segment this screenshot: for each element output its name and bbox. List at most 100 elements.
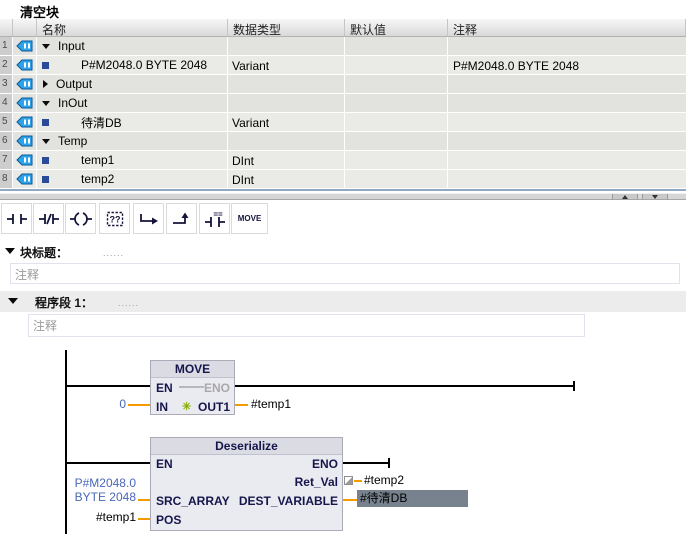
retval-operand[interactable]: #temp2 (364, 473, 404, 487)
header-name[interactable]: 名称 (37, 19, 228, 36)
table-row[interactable]: 7 temp1 DInt (0, 151, 686, 170)
table-header-row: 名称 数据类型 默认值 注释 (0, 19, 686, 37)
header-num (0, 19, 13, 36)
table-row[interactable]: 3 Output (0, 75, 686, 94)
default-cell[interactable] (345, 151, 448, 169)
default-cell[interactable] (345, 75, 448, 93)
comment-cell[interactable] (448, 132, 686, 150)
header-default[interactable]: 默认值 (345, 19, 448, 36)
coil-button[interactable] (65, 203, 96, 234)
compare-contact-button[interactable]: == (199, 203, 230, 234)
move-in-operand[interactable]: 0 (86, 397, 126, 411)
move-out1-operand[interactable]: #temp1 (251, 397, 291, 411)
tag-icon-glyph (16, 154, 33, 166)
header-comment[interactable]: 注释 (448, 19, 686, 36)
datatype-cell[interactable]: Variant (228, 113, 345, 131)
comment-cell[interactable] (448, 113, 686, 131)
splitter-collapse-down-button[interactable] (642, 194, 668, 199)
contact-open-button[interactable] (1, 203, 32, 234)
datatype-cell[interactable] (228, 75, 345, 93)
expander-icon[interactable] (42, 101, 50, 106)
deserialize-instruction-box[interactable]: Deserialize EN ENO Ret_Val SRC_ARRAY DES… (150, 437, 343, 531)
name-cell[interactable]: Input (37, 37, 228, 55)
comment-cell[interactable] (448, 170, 686, 188)
empty-box-button[interactable]: ?? (99, 203, 130, 234)
default-cell[interactable] (345, 132, 448, 150)
network-header[interactable] (0, 291, 686, 312)
network-comment-field[interactable]: 注释 (28, 314, 585, 337)
move-box-title[interactable]: MOVE (151, 361, 234, 378)
datatype-cell[interactable]: Variant (228, 56, 345, 74)
splitter-collapse-up-button[interactable] (612, 194, 638, 199)
deserialize-destvariable-pin: DEST_VARIABLE (239, 494, 338, 508)
name-cell[interactable]: InOut (37, 94, 228, 112)
open-branch-button[interactable] (133, 203, 164, 234)
network-collapse-icon[interactable] (8, 298, 18, 304)
pos-wire (138, 518, 150, 520)
default-cell[interactable] (345, 113, 448, 131)
expander-icon[interactable] (42, 139, 50, 144)
table-row[interactable]: 1 Input (0, 37, 686, 56)
close-branch-button[interactable] (166, 203, 197, 234)
move-instruction-box[interactable]: MOVE EN ENO IN ✳ OUT1 (150, 360, 235, 415)
tag-icon (13, 75, 37, 93)
implicit-conversion-icon (344, 476, 353, 485)
expander-icon[interactable] (42, 176, 49, 183)
table-row[interactable]: 2 P#M2048.0 BYTE 2048 Variant P#M2048.0 … (0, 56, 686, 75)
datatype-cell[interactable] (228, 37, 345, 55)
datatype-cell[interactable] (228, 132, 345, 150)
header-datatype[interactable]: 数据类型 (228, 19, 345, 36)
name-cell[interactable]: 待清DB (37, 113, 228, 131)
default-cell[interactable] (345, 56, 448, 74)
name-cell[interactable]: Temp (37, 132, 228, 150)
move-out1-pin: OUT1 (198, 400, 230, 414)
row-number: 4 (0, 94, 13, 112)
comment-cell[interactable] (448, 94, 686, 112)
name-cell[interactable]: temp2 (37, 170, 228, 188)
default-cell[interactable] (345, 37, 448, 55)
table-row[interactable]: 8 temp2 DInt (0, 170, 686, 189)
destvariable-wire (343, 499, 357, 501)
destvariable-operand-selected[interactable]: #待清DB (357, 490, 468, 507)
default-cell[interactable] (345, 94, 448, 112)
row-name: Temp (58, 134, 87, 148)
name-cell[interactable]: Output (37, 75, 228, 93)
default-cell[interactable] (345, 170, 448, 188)
ladder-canvas: MOVE EN ENO IN ✳ OUT1 0 #temp1 Deseriali… (0, 338, 686, 534)
comment-cell[interactable]: P#M2048.0 BYTE 2048 (448, 56, 686, 74)
svg-text:??: ?? (109, 214, 120, 224)
block-comment-field[interactable]: 注释 (10, 263, 680, 284)
srcarray-operand-line1[interactable]: P#M2048.0 (40, 476, 136, 490)
block-title-collapse-icon[interactable] (5, 248, 15, 254)
expander-icon[interactable] (42, 44, 50, 49)
table-row[interactable]: 4 InOut (0, 94, 686, 113)
deserialize-srcarray-pin: SRC_ARRAY (156, 494, 230, 508)
expander-icon[interactable] (43, 80, 48, 88)
name-cell[interactable]: temp1 (37, 151, 228, 169)
deserialize-box-title[interactable]: Deserialize (151, 438, 342, 455)
splitter-bar[interactable] (0, 193, 686, 200)
retval-wire (354, 480, 362, 482)
insert-output-icon[interactable]: ✳ (182, 402, 191, 413)
table-row[interactable]: 6 Temp (0, 132, 686, 151)
expander-icon[interactable] (42, 157, 49, 164)
network-title-placeholder[interactable]: ...... (118, 298, 139, 308)
block-title-placeholder[interactable]: ...... (103, 248, 124, 258)
datatype-cell[interactable] (228, 94, 345, 112)
comment-cell[interactable] (448, 37, 686, 55)
expander-icon[interactable] (42, 119, 49, 126)
srcarray-operand-line2[interactable]: BYTE 2048 (40, 490, 136, 504)
expander-icon[interactable] (42, 62, 49, 69)
datatype-cell[interactable]: DInt (228, 170, 345, 188)
pos-operand[interactable]: #temp1 (60, 510, 136, 524)
move-instruction-button[interactable]: MOVE (231, 203, 268, 234)
contact-closed-button[interactable] (33, 203, 64, 234)
header-icon (13, 19, 37, 36)
comment-cell[interactable] (448, 151, 686, 169)
compare-contact-icon: == (204, 210, 226, 228)
row-number: 6 (0, 132, 13, 150)
comment-cell[interactable] (448, 75, 686, 93)
name-cell[interactable]: P#M2048.0 BYTE 2048 (37, 56, 228, 74)
table-row[interactable]: 5 待清DB Variant (0, 113, 686, 132)
datatype-cell[interactable]: DInt (228, 151, 345, 169)
